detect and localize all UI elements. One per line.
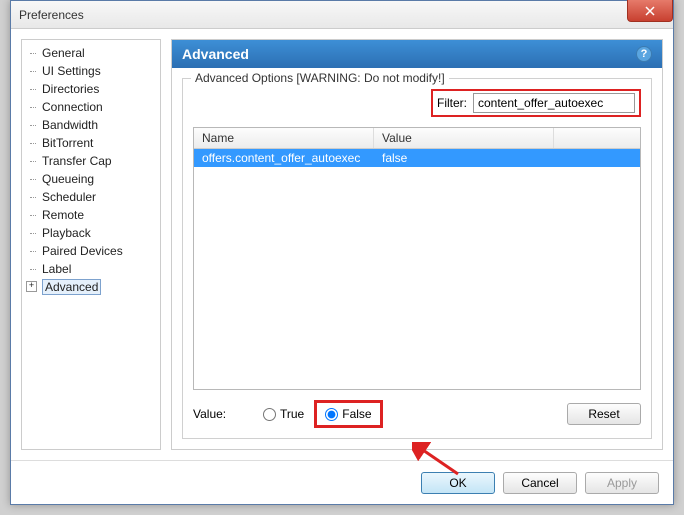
sidebar-item-scheduler[interactable]: Scheduler — [22, 188, 160, 206]
col-name[interactable]: Name — [194, 128, 374, 148]
close-icon — [645, 6, 655, 16]
false-highlight: False — [314, 400, 382, 428]
filter-label: Filter: — [437, 96, 467, 110]
col-value[interactable]: Value — [374, 128, 554, 148]
sidebar-item-queueing[interactable]: Queueing — [22, 170, 160, 188]
sidebar-item-label: UI Settings — [42, 64, 101, 78]
sidebar-item-label: Transfer Cap — [42, 154, 112, 168]
preferences-window: Preferences General UI Settings Directorie… — [10, 0, 674, 505]
main-panel: Advanced ? Advanced Options [WARNING: Do… — [171, 39, 663, 450]
radio-false-label: False — [342, 407, 371, 421]
sidebar-item-playback[interactable]: Playback — [22, 224, 160, 242]
sidebar-item-remote[interactable]: Remote — [22, 206, 160, 224]
filter-input[interactable] — [473, 93, 635, 113]
table-row[interactable]: offers.content_offer_autoexecfalse — [194, 149, 640, 167]
sidebar-item-label: Scheduler — [42, 190, 96, 204]
sidebar-item-directories[interactable]: Directories — [22, 80, 160, 98]
panel-title: Advanced — [182, 46, 249, 62]
radio-false-input[interactable] — [325, 408, 338, 421]
close-button[interactable] — [627, 0, 673, 22]
filter-row: Filter: — [193, 89, 641, 117]
ok-button[interactable]: OK — [421, 472, 495, 494]
sidebar-item-bittorrent[interactable]: BitTorrent — [22, 134, 160, 152]
sidebar-item-label: Queueing — [42, 172, 94, 186]
sidebar-item-label: Connection — [42, 100, 103, 114]
sidebar-item-bandwidth[interactable]: Bandwidth — [22, 116, 160, 134]
help-icon[interactable]: ? — [636, 46, 652, 62]
cell-value: false — [374, 149, 554, 167]
value-row: Value: True False Reset — [193, 400, 641, 428]
radio-false[interactable]: False — [325, 407, 371, 421]
sidebar-item-label: Directories — [42, 82, 99, 96]
titlebar: Preferences — [11, 1, 673, 29]
table-body: offers.content_offer_autoexecfalse — [194, 149, 640, 389]
filter-highlight: Filter: — [431, 89, 641, 117]
sidebar-item-label: General — [42, 46, 85, 60]
sidebar-item-general[interactable]: General — [22, 44, 160, 62]
table-header: Name Value — [194, 128, 640, 149]
radio-true[interactable]: True — [263, 407, 304, 421]
sidebar-item-advanced[interactable]: Advanced — [22, 278, 160, 296]
sidebar-tree[interactable]: General UI Settings Directories Connection B… — [21, 39, 161, 450]
dialog-footer: OK Cancel Apply — [11, 460, 673, 504]
col-spacer — [554, 128, 640, 148]
radio-true-label: True — [280, 407, 304, 421]
options-table[interactable]: Name Value offers.content_offer_autoexec… — [193, 127, 641, 390]
sidebar-item-label: BitTorrent — [42, 136, 93, 150]
sidebar-item-transfer-cap[interactable]: Transfer Cap — [22, 152, 160, 170]
reset-button[interactable]: Reset — [567, 403, 641, 425]
sidebar-item-label: Paired Devices — [42, 244, 123, 258]
group-label: Advanced Options [WARNING: Do not modify… — [191, 71, 449, 85]
advanced-group: Advanced Options [WARNING: Do not modify… — [182, 78, 652, 439]
window-title: Preferences — [19, 8, 84, 22]
sidebar-item-label: Remote — [42, 208, 84, 222]
sidebar-item-connection[interactable]: Connection — [22, 98, 160, 116]
sidebar-item-label: Bandwidth — [42, 118, 98, 132]
apply-button[interactable]: Apply — [585, 472, 659, 494]
sidebar-item-label: Advanced — [42, 279, 101, 295]
sidebar-item-paired-devices[interactable]: Paired Devices — [22, 242, 160, 260]
content-area: General UI Settings Directories Connection B… — [11, 29, 673, 460]
sidebar-item-ui-settings[interactable]: UI Settings — [22, 62, 160, 80]
value-label: Value: — [193, 407, 253, 421]
cancel-button[interactable]: Cancel — [503, 472, 577, 494]
radio-true-input[interactable] — [263, 408, 276, 421]
sidebar-item-label: Label — [42, 262, 71, 276]
sidebar-item-label[interactable]: Label — [22, 260, 160, 278]
cell-name: offers.content_offer_autoexec — [194, 149, 374, 167]
sidebar-item-label: Playback — [42, 226, 91, 240]
panel-header: Advanced ? — [172, 40, 662, 68]
